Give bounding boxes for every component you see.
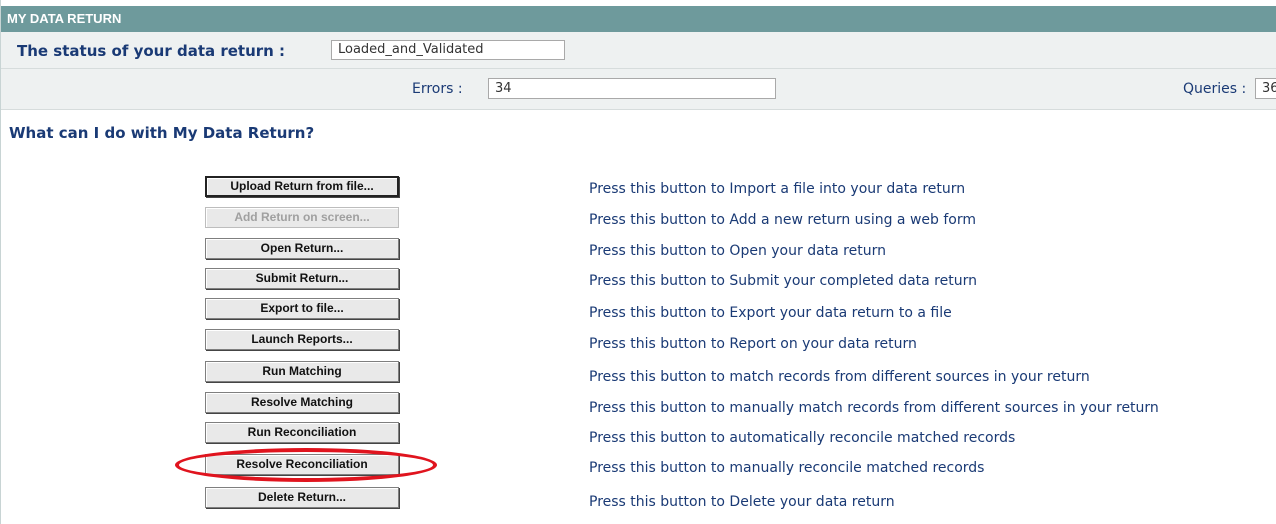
run-matching-description: Press this button to match records from …: [589, 369, 1090, 385]
resolve-matching-description: Press this button to manually match reco…: [589, 400, 1159, 416]
counts-row: Errors : 34 Queries : 36: [1, 69, 1276, 110]
launch-reports-button[interactable]: Launch Reports...: [205, 329, 399, 350]
export-description: Press this button to Export your data re…: [589, 305, 952, 321]
queries-label: Queries :: [1183, 81, 1247, 97]
run-reconciliation-button[interactable]: Run Reconciliation: [205, 422, 399, 443]
status-label: The status of your data return :: [17, 42, 286, 60]
status-field[interactable]: Loaded_and_Validated: [331, 40, 565, 60]
launch-reports-description: Press this button to Report on your data…: [589, 336, 917, 352]
delete-return-description: Press this button to Delete your data re…: [589, 494, 895, 510]
upload-return-description: Press this button to Import a file into …: [589, 181, 966, 197]
submit-return-button[interactable]: Submit Return...: [205, 268, 399, 289]
open-return-description: Press this button to Open your data retu…: [589, 243, 886, 259]
resolve-matching-button[interactable]: Resolve Matching: [205, 392, 399, 413]
resolve-reconciliation-description: Press this button to manually reconcile …: [589, 460, 985, 476]
export-to-file-button[interactable]: Export to file...: [205, 298, 399, 319]
section-heading: What can I do with My Data Return?: [9, 124, 315, 142]
delete-return-button[interactable]: Delete Return...: [205, 487, 399, 508]
status-row: The status of your data return : Loaded_…: [1, 32, 1276, 69]
data-return-panel: MY DATA RETURN The status of your data r…: [0, 0, 1276, 524]
resolve-reconciliation-button[interactable]: Resolve Reconciliation: [205, 454, 399, 475]
submit-return-description: Press this button to Submit your complet…: [589, 273, 977, 289]
errors-label: Errors :: [412, 81, 463, 97]
queries-field[interactable]: 36: [1255, 78, 1276, 99]
run-matching-button[interactable]: Run Matching: [205, 361, 399, 382]
upload-return-button[interactable]: Upload Return from file...: [205, 176, 399, 197]
add-return-on-screen-button[interactable]: Add Return on screen...: [205, 207, 399, 228]
open-return-button[interactable]: Open Return...: [205, 238, 399, 259]
errors-field[interactable]: 34: [488, 78, 776, 99]
add-return-description: Press this button to Add a new return us…: [589, 212, 976, 228]
panel-header: MY DATA RETURN: [1, 6, 1276, 32]
run-reconciliation-description: Press this button to automatically recon…: [589, 430, 1016, 446]
